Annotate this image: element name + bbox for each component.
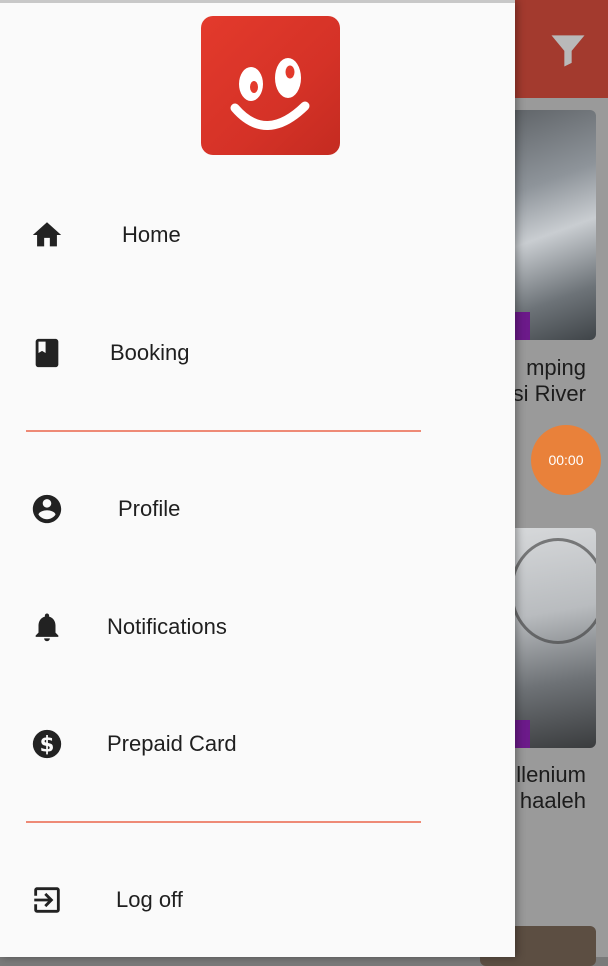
drawer-item-profile[interactable]: Profile	[0, 474, 515, 544]
drawer-item-label: Prepaid Card	[107, 731, 237, 756]
timer-button[interactable]: 00:00	[531, 425, 601, 495]
home-icon	[32, 222, 62, 247]
smiley-logo-icon	[230, 58, 310, 130]
account-circle-icon	[32, 494, 62, 524]
bell-icon	[35, 613, 59, 642]
drawer-item-label: Home	[122, 222, 181, 247]
drawer-item-label: Notifications	[107, 614, 227, 639]
exit-icon	[34, 887, 60, 913]
drawer-item-label: Booking	[110, 340, 190, 365]
drawer-item-label: Log off	[116, 887, 183, 912]
dollar-circle-icon: $	[32, 729, 62, 759]
drawer-item-home[interactable]: Home	[0, 200, 515, 270]
navigation-drawer: Home Booking Profile Notifications $ Pre…	[0, 0, 515, 957]
divider	[26, 430, 421, 432]
divider	[26, 821, 421, 823]
book-icon	[35, 338, 59, 368]
svg-text:$: $	[40, 732, 55, 757]
smiley-logo	[201, 16, 340, 155]
drawer-item-label: Profile	[118, 496, 181, 521]
filter-icon[interactable]	[546, 28, 590, 72]
drawer-item-prepaid-card[interactable]: $ Prepaid Card	[0, 709, 515, 779]
drawer-item-notifications[interactable]: Notifications	[0, 592, 515, 662]
drawer-item-booking[interactable]: Booking	[0, 318, 515, 388]
drawer-item-log-off[interactable]: Log off	[0, 865, 515, 935]
